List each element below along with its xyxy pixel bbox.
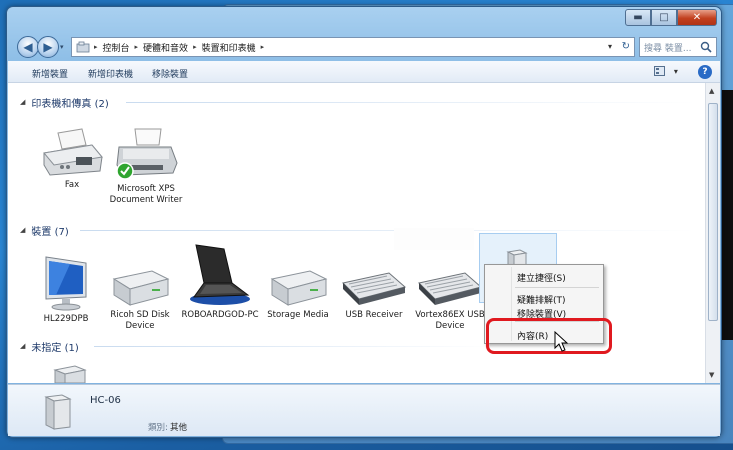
device-label: Ricoh SD Disk Device	[110, 310, 170, 331]
scrollbar-thumb[interactable]	[708, 103, 718, 321]
search-placeholder: 搜尋 裝置...	[644, 43, 692, 54]
device-label: ROBOARDGOD-PC	[181, 310, 259, 320]
group-unspecified-header[interactable]: ◢ 未指定 (1)	[20, 339, 79, 354]
device-label: USB Receiver	[345, 310, 403, 320]
drive-icon	[112, 270, 170, 306]
forward-button[interactable]: ▶	[37, 36, 59, 58]
device-ricoh-sd[interactable]: Ricoh SD Disk Device	[100, 263, 180, 332]
breadcrumb-separator: ▸	[94, 43, 98, 51]
address-row: ◀ ▶ ▾ ▸ 控制台 ▸ 硬體和音效 ▸ 裝置和印表機 ▸ ▾ ↻ 搜尋 裝置…	[15, 35, 717, 59]
mouse-cursor-icon	[554, 331, 568, 352]
minimize-button[interactable]: ▬	[625, 9, 651, 26]
group-printers-header[interactable]: ◢ 印表機和傳真 (2)	[20, 95, 109, 110]
device-label: Microsoft XPS Document Writer	[109, 184, 183, 205]
vertical-scrollbar[interactable]: ▲ ▼	[705, 83, 720, 383]
details-pane: HC-06 類別: 其他	[8, 384, 720, 436]
address-bar[interactable]: ▸ 控制台 ▸ 硬體和音效 ▸ 裝置和印表機 ▸ ▾ ↻	[71, 37, 635, 57]
device-storage-media[interactable]: Storage Media	[258, 263, 338, 321]
keyboard-icon	[417, 272, 483, 305]
address-dropdown[interactable]: ▾	[608, 42, 612, 51]
devices-printers-window: ▬ □ ✕ ◀ ▶ ▾ ▸ 控制台 ▸ 硬體和音效 ▸ 裝置和印表機 ▸ ▾ ↻…	[6, 6, 722, 438]
device-label: Vortex86EX USB Device	[415, 310, 485, 331]
caption-buttons: ▬ □ ✕	[625, 9, 717, 26]
refresh-icon[interactable]: ↻	[622, 41, 630, 52]
search-input[interactable]: 搜尋 裝置...	[639, 37, 717, 57]
help-button[interactable]: ?	[698, 65, 712, 79]
breadcrumb-hardware-sound[interactable]: 硬體和音效	[143, 41, 188, 54]
breadcrumb-separator: ▸	[193, 43, 197, 51]
view-icon	[654, 66, 665, 76]
close-button[interactable]: ✕	[677, 9, 717, 26]
group-printers-label: 印表機和傳真 (2)	[31, 98, 109, 110]
back-button[interactable]: ◀	[17, 36, 39, 58]
device-xps-writer[interactable]: Microsoft XPS Document Writer	[106, 125, 186, 206]
collapse-icon: ◢	[20, 342, 26, 350]
properties-highlight-ring	[486, 318, 612, 354]
remove-device-button[interactable]: 移除裝置	[152, 67, 188, 80]
device-unspecified-thumb[interactable]	[30, 364, 110, 383]
printer-icon	[116, 128, 178, 180]
device-monitor[interactable]: HL229DPB	[26, 255, 106, 325]
menu-item-create-shortcut[interactable]: 建立捷徑(S)	[517, 271, 566, 284]
control-panel-icon	[76, 41, 90, 53]
device-usb-receiver[interactable]: USB Receiver	[334, 269, 414, 321]
search-icon[interactable]	[700, 41, 712, 53]
view-options[interactable]: ▾	[654, 66, 678, 77]
view-dropdown-icon: ▾	[673, 66, 678, 76]
collapse-icon: ◢	[20, 226, 26, 234]
collapse-icon: ◢	[20, 98, 26, 106]
group-devices-label: 裝置 (7)	[31, 226, 69, 238]
device-vortex-usb[interactable]: Vortex86EX USB Device	[410, 269, 490, 332]
selected-device-name: HC-06	[90, 395, 121, 406]
device-label: Storage Media	[267, 310, 329, 320]
category-value: 其他	[170, 423, 188, 433]
add-printer-button[interactable]: 新增印表機	[88, 67, 133, 80]
generic-device-icon	[44, 394, 72, 430]
breadcrumb-separator: ▸	[134, 43, 139, 51]
breadcrumb-separator: ▸	[260, 43, 265, 51]
breadcrumb-control-panel[interactable]: 控制台	[103, 41, 130, 54]
obscured-area	[394, 228, 474, 250]
breadcrumb-devices-printers[interactable]: 裝置和印表機	[202, 41, 256, 54]
content-pane: 新增裝置 新增印表機 移除裝置 ▾ ? ◢ 印表機和傳真 (2) Fax Mic…	[8, 61, 720, 383]
menu-item-troubleshoot[interactable]: 疑難排解(T)	[517, 293, 566, 306]
maximize-button[interactable]: □	[651, 9, 677, 26]
laptop-icon	[190, 244, 250, 305]
recent-pages-dropdown[interactable]: ▾	[60, 43, 64, 51]
group-divider	[94, 346, 492, 347]
monitor-icon	[45, 256, 87, 311]
drive-icon	[270, 270, 328, 306]
menu-separator	[515, 287, 599, 288]
scroll-up-icon[interactable]: ▲	[709, 87, 714, 95]
fax-icon	[43, 128, 103, 176]
device-label: HL229DPB	[43, 314, 89, 324]
command-bar: 新增裝置 新增印表機 移除裝置 ▾ ?	[8, 61, 720, 83]
device-fax[interactable]: Fax	[32, 127, 112, 191]
device-laptop[interactable]: ROBOARDGOD-PC	[180, 243, 260, 321]
category-label: 類別:	[148, 423, 168, 433]
generic-device-icon	[53, 365, 87, 383]
scroll-down-icon[interactable]: ▼	[709, 371, 714, 379]
group-unspecified-label: 未指定 (1)	[31, 342, 79, 354]
device-label: Fax	[64, 180, 80, 190]
keyboard-icon	[341, 272, 407, 305]
add-device-button[interactable]: 新增裝置	[32, 67, 68, 80]
group-divider	[80, 230, 696, 231]
group-devices-header[interactable]: ◢ 裝置 (7)	[20, 223, 69, 238]
group-divider	[126, 102, 696, 103]
